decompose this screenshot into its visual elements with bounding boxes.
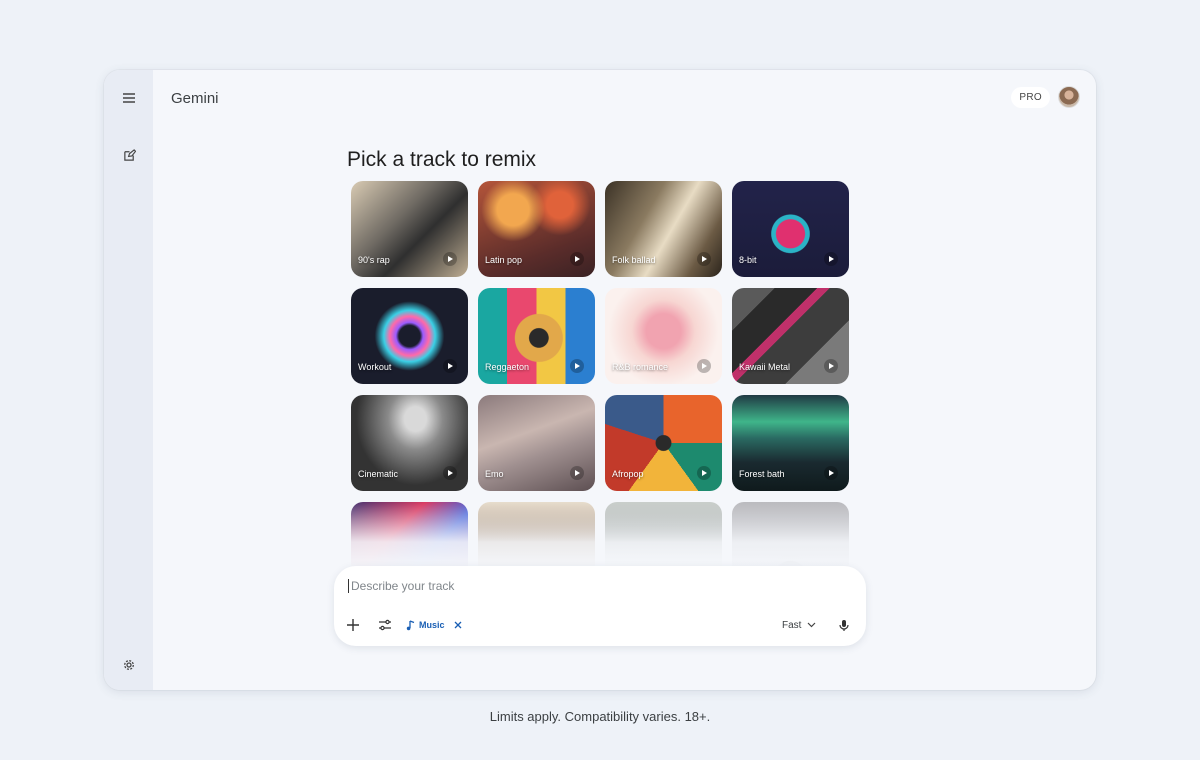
track-label: Reggaeton [485,362,530,372]
new-chat-button[interactable] [116,142,142,168]
app-window: Gemini PRO Pick a track to remix 90's ra… [104,70,1096,690]
gear-icon [124,660,134,670]
play-icon[interactable] [697,466,711,480]
hamburger-menu-icon [123,93,135,103]
track-label: Forest bath [739,469,785,479]
microphone-button[interactable] [839,615,849,635]
track-label: R&B romance [612,362,669,372]
play-icon[interactable] [697,252,711,266]
music-note-icon [406,619,415,630]
track-tile-emo[interactable]: Emo [478,395,595,491]
disclaimer-text: Limits apply. Compatibility varies. 18+. [489,709,711,724]
add-button[interactable] [346,615,360,635]
music-chip[interactable]: Music [406,615,463,635]
menu-button[interactable] [116,85,142,111]
track-tile-reggaeton[interactable]: Reggaeton [478,288,595,384]
track-tile-8-bit[interactable]: 8-bit [732,181,849,277]
account-area: PRO [1011,86,1080,108]
play-icon[interactable] [443,359,457,373]
play-icon[interactable] [570,466,584,480]
settings-button[interactable] [116,652,142,678]
track-tile-rnb-romance[interactable]: R&B romance [605,288,722,384]
track-label: 90's rap [358,255,390,265]
track-tile-latin-pop[interactable]: Latin pop [478,181,595,277]
play-icon[interactable] [824,359,838,373]
page-title: Pick a track to remix [347,148,537,171]
app-title: Gemini [171,90,219,107]
model-label: Fast [782,619,802,631]
track-label: Afropop [612,469,644,479]
track-label: Kawaii Metal [739,362,791,372]
track-tile-90s-rap[interactable]: 90's rap [351,181,468,277]
track-label: Emo [485,469,504,479]
play-icon[interactable] [697,359,711,373]
model-selector[interactable]: Fast [782,615,816,635]
chevron-down-icon [808,622,816,628]
play-icon[interactable] [570,252,584,266]
track-tile-forest-bath[interactable]: Forest bath [732,395,849,491]
microphone-icon [839,619,849,631]
grid-fade-overlay [333,500,853,570]
play-icon[interactable] [570,359,584,373]
track-tile-workout[interactable]: Workout [351,288,468,384]
tools-button[interactable] [378,615,392,635]
track-label: Workout [358,362,392,372]
track-tile-afropop[interactable]: Afropop [605,395,722,491]
track-tile-cinematic[interactable]: Cinematic [351,395,468,491]
track-label: Latin pop [485,255,523,265]
tune-icon [379,619,391,631]
track-label: Cinematic [358,469,399,479]
close-icon[interactable] [453,620,463,630]
track-tile-kawaii-metal[interactable]: Kawaii Metal [732,288,849,384]
track-label: 8-bit [739,255,757,265]
track-label: Folk ballad [612,255,656,265]
plus-icon [347,619,359,631]
prompt-input[interactable] [348,579,768,593]
composer: Music Fast [334,566,866,646]
play-icon[interactable] [824,252,838,266]
pro-badge[interactable]: PRO [1011,86,1050,108]
play-icon[interactable] [443,466,457,480]
play-icon[interactable] [443,252,457,266]
edit-icon [123,148,136,161]
chip-label: Music [419,620,445,630]
avatar[interactable] [1058,86,1080,108]
track-tile-folk-ballad[interactable]: Folk ballad [605,181,722,277]
main-area: Gemini PRO Pick a track to remix 90's ra… [153,70,1096,690]
left-rail [104,70,153,690]
play-icon[interactable] [824,466,838,480]
